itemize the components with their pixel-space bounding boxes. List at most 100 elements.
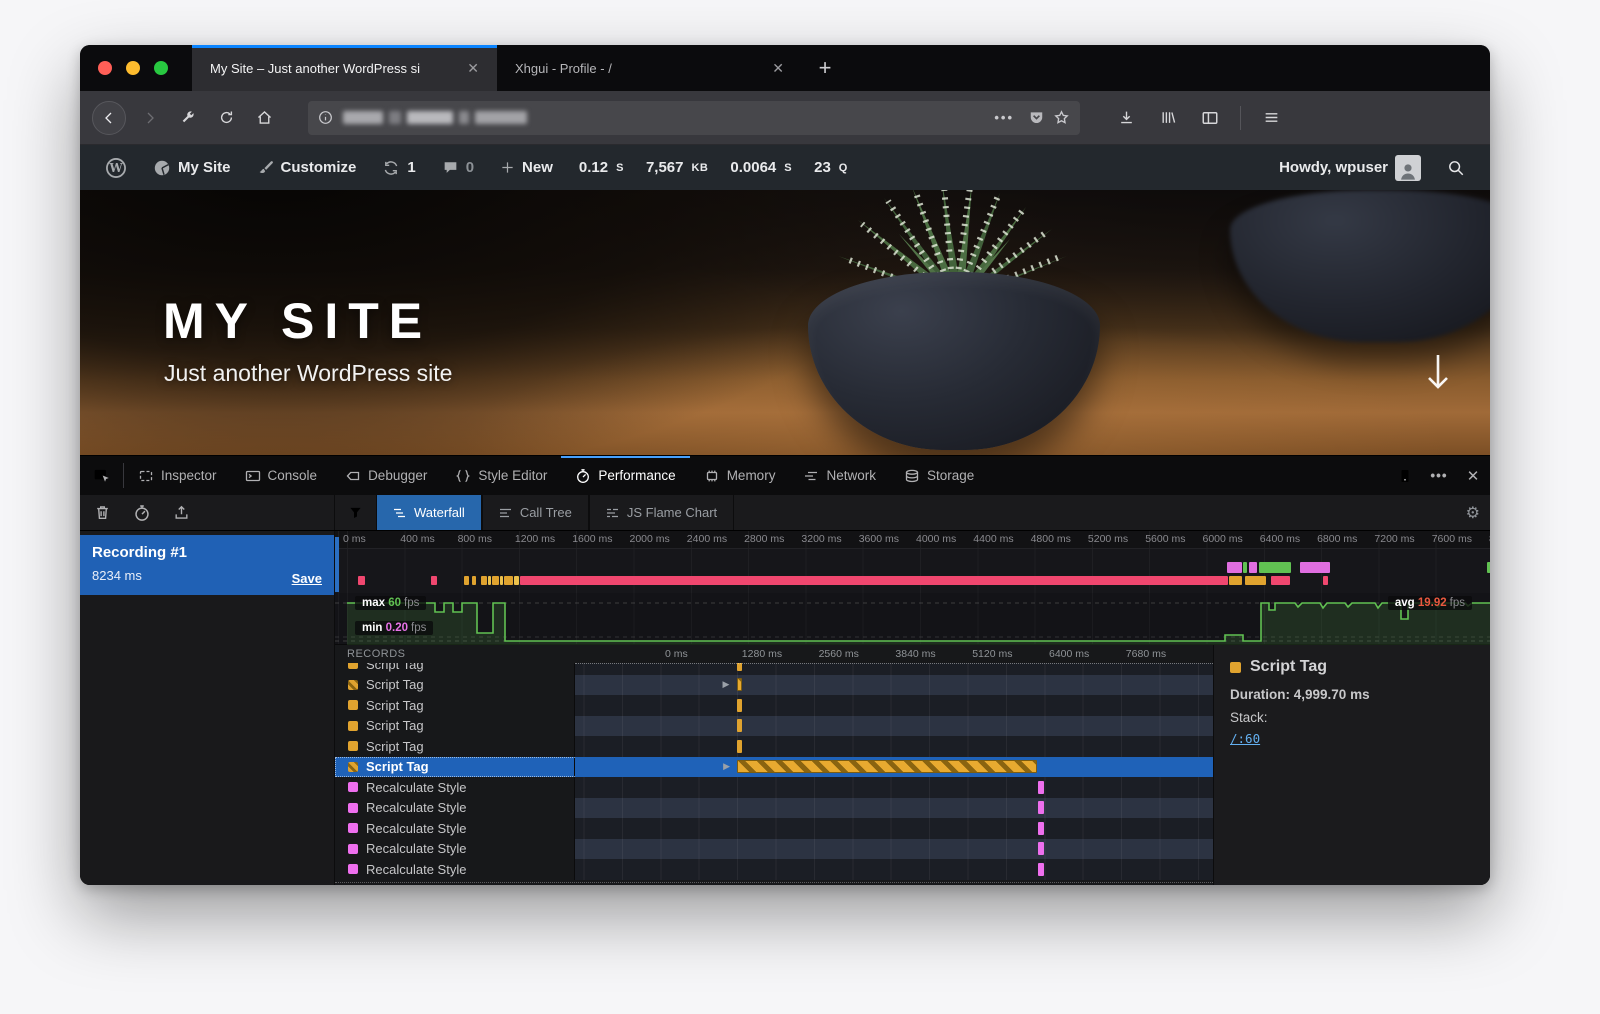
devtools-tab-console[interactable]: Console — [231, 456, 332, 495]
record-row-script-tag[interactable]: Script Tag — [335, 663, 1213, 675]
timeline-bar[interactable] — [1038, 801, 1044, 814]
start-recording-stopwatch-icon[interactable] — [133, 504, 151, 522]
customize-link[interactable]: Customize — [246, 145, 368, 190]
timeline-bar[interactable] — [1038, 781, 1044, 794]
menu-hamburger-icon[interactable] — [1255, 102, 1287, 134]
script-marker-icon — [348, 762, 358, 772]
timeline-bar[interactable] — [737, 678, 742, 691]
ruler-tick: 3200 ms — [801, 533, 841, 545]
page-actions-icon[interactable]: ••• — [988, 110, 1020, 125]
wrench-icon[interactable] — [172, 102, 204, 134]
overview-track[interactable] — [335, 549, 1490, 593]
forward-button[interactable] — [134, 102, 166, 134]
overview-selection-handle[interactable] — [335, 537, 339, 592]
site-info-icon[interactable] — [318, 110, 333, 125]
filter-funnel-icon[interactable] — [335, 495, 376, 530]
view-button-call-tree[interactable]: Call Tree — [482, 495, 589, 530]
new-tab-button[interactable]: + — [802, 45, 848, 91]
pocket-icon[interactable] — [1028, 109, 1045, 126]
account-menu[interactable]: Howdy, wpuser — [1268, 145, 1432, 190]
minimize-window-button[interactable] — [126, 61, 140, 75]
url-bar[interactable]: ••• — [308, 101, 1080, 135]
fps-curve — [335, 593, 1490, 645]
clear-recordings-trash-icon[interactable] — [94, 504, 111, 521]
timeline-bar[interactable] — [737, 719, 742, 732]
my-site-menu[interactable]: My Site — [142, 145, 242, 190]
tab-close-icon[interactable]: ✕ — [461, 58, 485, 79]
record-row-recalculate-style[interactable]: Recalculate Style — [335, 818, 1213, 839]
record-row-recalculate-style[interactable]: Recalculate Style — [335, 859, 1213, 880]
record-row-recalculate-style[interactable]: Recalculate Style — [335, 798, 1213, 819]
waterfall-grid-header: 0 ms1280 ms2560 ms3840 ms5120 ms6400 ms7… — [575, 645, 1213, 663]
record-row-script-tag[interactable]: Script Tag▶ — [335, 757, 1213, 778]
devtools-tab-inspector[interactable]: Inspector — [124, 456, 231, 495]
record-row-script-tag[interactable]: Script Tag — [335, 695, 1213, 716]
settings-gear-icon[interactable]: ⚙ — [1466, 495, 1480, 530]
record-row-script-tag[interactable]: Script Tag — [335, 716, 1213, 737]
wp-logo-icon[interactable]: W — [94, 145, 138, 190]
record-row-recalculate-style[interactable]: Recalculate Style — [335, 839, 1213, 860]
bookmark-star-icon[interactable] — [1053, 109, 1070, 126]
stack-frame-link[interactable]: /:60 — [1230, 731, 1260, 746]
reload-button[interactable] — [210, 102, 242, 134]
script-marker-icon — [348, 700, 358, 710]
back-button[interactable] — [92, 101, 126, 135]
recording-name: Recording #1 — [92, 544, 322, 561]
browser-tab[interactable]: Xhgui - Profile - /✕ — [497, 45, 802, 91]
perf-stat[interactable]: 0.12S — [568, 159, 635, 176]
timeline-bar[interactable] — [737, 663, 742, 671]
timeline-bar[interactable] — [737, 699, 742, 712]
style-marker-icon — [348, 782, 358, 792]
devtools-tab-performance[interactable]: Performance — [561, 456, 689, 495]
perf-stat[interactable]: 0.0064S — [719, 159, 803, 176]
new-content-button[interactable]: New — [489, 145, 564, 190]
tab-label: Network — [826, 468, 876, 483]
devtools-tab-debugger[interactable]: Debugger — [331, 456, 441, 495]
devtools-close-icon[interactable]: ✕ — [1456, 456, 1490, 495]
timeline-bar[interactable] — [737, 740, 742, 753]
timeline-bar[interactable] — [1038, 822, 1044, 835]
view-button-js-flame-chart[interactable]: JS Flame Chart — [589, 495, 734, 530]
sidebar-icon[interactable] — [1194, 102, 1226, 134]
devtools-tabs: InspectorConsoleDebuggerStyle EditorPerf… — [124, 456, 988, 495]
zoom-window-button[interactable] — [154, 61, 168, 75]
script-marker-icon — [348, 721, 358, 731]
devtools-tab-memory[interactable]: Memory — [690, 456, 790, 495]
view-button-waterfall[interactable]: Waterfall — [376, 495, 482, 530]
devtools-meatball-menu-icon[interactable]: ••• — [1422, 456, 1456, 495]
expander-arrow-icon[interactable]: ▶ — [723, 761, 730, 772]
devtools-tab-network[interactable]: Network — [789, 456, 890, 495]
query-monitor-stats: 0.12S7,567KB0.0064S23Q — [568, 159, 859, 176]
timeline-bar[interactable] — [1038, 863, 1044, 876]
devtools-tab-style-editor[interactable]: Style Editor — [441, 456, 561, 495]
record-timeline-cell — [575, 839, 1213, 860]
record-row-script-tag[interactable]: Script Tag — [335, 736, 1213, 757]
home-button[interactable] — [248, 102, 280, 134]
record-label: Script Tag — [366, 663, 424, 672]
import-recording-icon[interactable] — [173, 504, 190, 521]
perf-stat[interactable]: 23Q — [803, 159, 859, 176]
waterfall-toolbar: WaterfallCall TreeJS Flame Chart ⚙ — [335, 495, 1490, 530]
save-recording-link[interactable]: Save — [292, 571, 322, 586]
record-row-recalculate-style[interactable]: Recalculate Style — [335, 777, 1213, 798]
search-icon[interactable] — [1436, 145, 1476, 190]
node-picker-icon[interactable] — [80, 463, 124, 488]
updates-badge[interactable]: 1 — [371, 145, 426, 190]
responsive-mode-icon[interactable] — [1388, 456, 1422, 495]
timeline-bar[interactable] — [1038, 842, 1044, 855]
browser-tab[interactable]: My Site – Just another WordPress si✕ — [192, 45, 497, 91]
marker-detail-pane: Script Tag Duration: 4,999.70 ms Stack: … — [1213, 645, 1490, 885]
perf-stat[interactable]: 7,567KB — [635, 159, 719, 176]
tab-close-icon[interactable]: ✕ — [766, 58, 790, 79]
close-window-button[interactable] — [98, 61, 112, 75]
record-row-script-tag[interactable]: Script Tag▶ — [335, 675, 1213, 696]
grid-tick: 5120 ms — [972, 648, 1012, 660]
recording-item[interactable]: Recording #1 8234 ms Save — [80, 535, 334, 595]
download-icon[interactable] — [1110, 102, 1142, 134]
devtools-tab-storage[interactable]: Storage — [890, 456, 988, 495]
expander-arrow-icon[interactable]: ▶ — [723, 679, 730, 690]
comments-badge[interactable]: 0 — [431, 145, 485, 190]
scroll-down-arrow-icon[interactable] — [1424, 352, 1452, 396]
timeline-bar[interactable] — [737, 760, 1037, 773]
library-icon[interactable] — [1152, 102, 1184, 134]
